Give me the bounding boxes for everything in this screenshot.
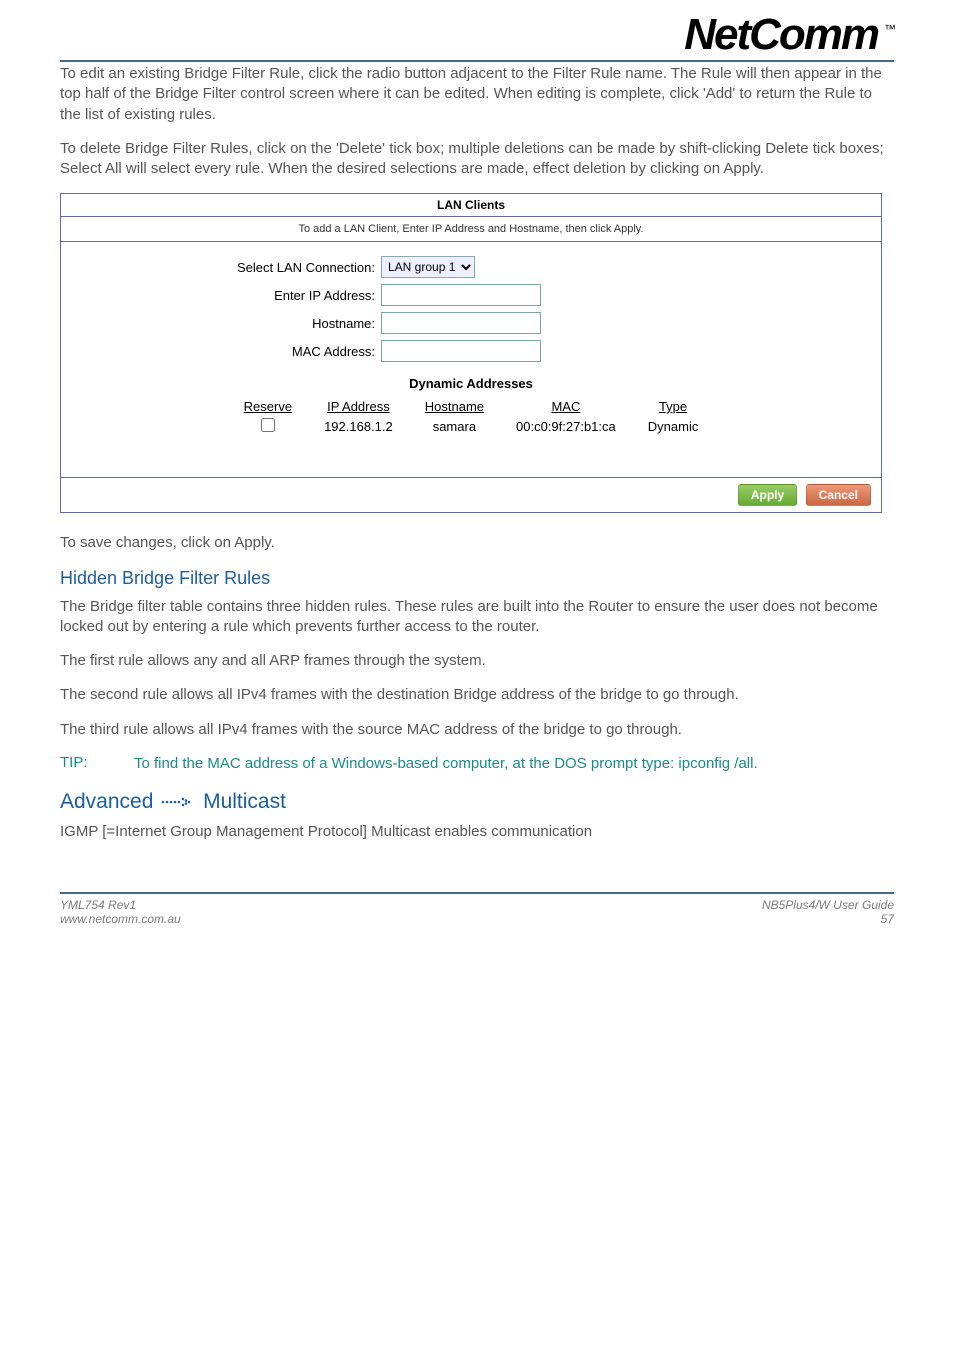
label-enter-ip: Enter IP Address: <box>81 288 381 303</box>
cell-type: Dynamic <box>632 416 715 437</box>
dynamic-addresses-title: Dynamic Addresses <box>81 376 861 391</box>
col-mac: MAC <box>500 397 632 416</box>
paragraph-rule1: The first rule allows any and all ARP fr… <box>60 651 894 671</box>
tip-text: To find the MAC address of a Windows-bas… <box>134 754 758 774</box>
brand-logo: NetComm ™ <box>684 10 894 60</box>
label-mac: MAC Address: <box>81 344 381 359</box>
panel-title: LAN Clients <box>61 194 881 217</box>
paragraph-hidden-intro: The Bridge filter table contains three h… <box>60 597 894 638</box>
paragraph-rule2: The second rule allows all IPv4 frames w… <box>60 685 894 705</box>
dotted-arrow-icon <box>161 796 195 808</box>
apply-button[interactable]: Apply <box>738 484 797 506</box>
reserve-checkbox[interactable] <box>261 418 275 432</box>
paragraph-save: To save changes, click on Apply. <box>60 533 894 553</box>
lan-clients-panel: LAN Clients To add a LAN Client, Enter I… <box>60 193 882 513</box>
cancel-button[interactable]: Cancel <box>806 484 871 506</box>
paragraph-delete-rule: To delete Bridge Filter Rules, click on … <box>60 139 894 180</box>
tip-label: TIP: <box>60 754 106 774</box>
col-hostname: Hostname <box>409 397 500 416</box>
cell-hostname: samara <box>409 416 500 437</box>
col-type: Type <box>632 397 715 416</box>
label-select-connection: Select LAN Connection: <box>81 260 381 275</box>
footer-url: www.netcomm.com.au <box>60 912 181 926</box>
cell-ip: 192.168.1.2 <box>308 416 409 437</box>
label-hostname: Hostname: <box>81 316 381 331</box>
footer-guide: NB5Plus4/W User Guide <box>762 898 894 912</box>
panel-footer: Apply Cancel <box>61 477 881 512</box>
table-header-row: Reserve IP Address Hostname MAC Type <box>228 397 715 416</box>
top-divider <box>60 60 894 62</box>
paragraph-edit-rule: To edit an existing Bridge Filter Rule, … <box>60 64 894 125</box>
paragraph-igmp: IGMP [=Internet Group Management Protoco… <box>60 822 894 842</box>
advanced-multicast-title: Advanced Multicast <box>60 790 894 814</box>
page-footer: YML754 Rev1 www.netcomm.com.au NB5Plus4/… <box>60 892 894 926</box>
advanced-prefix: Advanced <box>60 790 153 813</box>
hidden-rules-title: Hidden Bridge Filter Rules <box>60 568 894 589</box>
col-reserve: Reserve <box>228 397 308 416</box>
logo-text: NetComm <box>684 10 878 59</box>
footer-page-number: 57 <box>762 912 894 926</box>
col-ip: IP Address <box>308 397 409 416</box>
ip-address-input[interactable] <box>381 284 541 306</box>
select-lan-connection[interactable]: LAN group 1 <box>381 256 475 278</box>
table-row: 192.168.1.2 samara 00:c0:9f:27:b1:ca Dyn… <box>228 416 715 437</box>
logo-tm: ™ <box>884 22 894 36</box>
paragraph-rule3: The third rule allows all IPv4 frames wi… <box>60 720 894 740</box>
advanced-suffix: Multicast <box>203 790 286 813</box>
panel-subtitle: To add a LAN Client, Enter IP Address an… <box>61 217 881 242</box>
tip-row: TIP: To find the MAC address of a Window… <box>60 754 894 774</box>
dynamic-addresses-table: Reserve IP Address Hostname MAC Type 192… <box>228 397 715 437</box>
cell-mac: 00:c0:9f:27:b1:ca <box>500 416 632 437</box>
hostname-input[interactable] <box>381 312 541 334</box>
mac-address-input[interactable] <box>381 340 541 362</box>
footer-rev: YML754 Rev1 <box>60 898 136 912</box>
